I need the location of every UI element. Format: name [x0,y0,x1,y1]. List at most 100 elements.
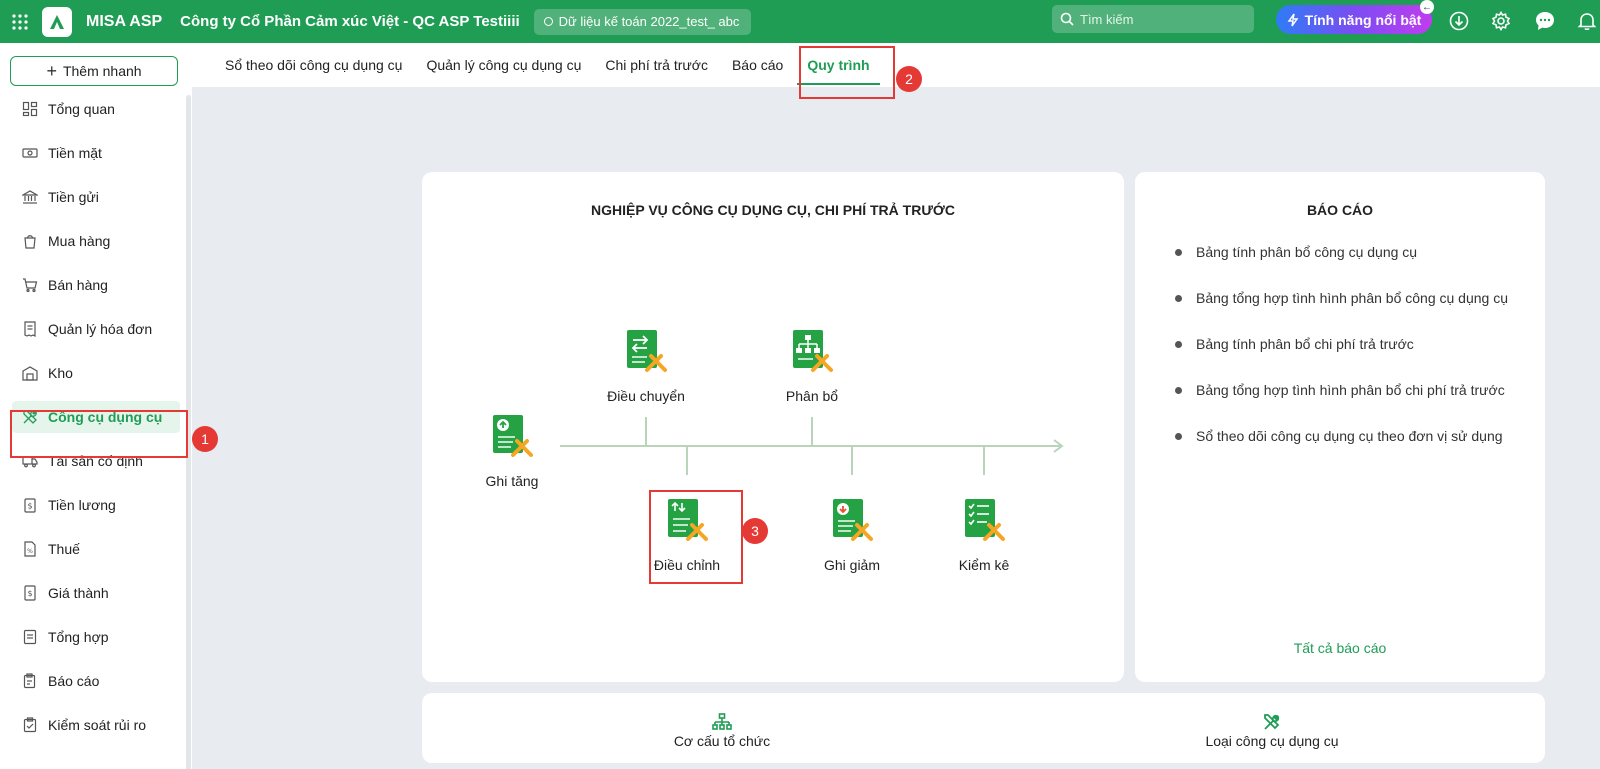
sidebar-item-label: Tổng quan [48,101,115,117]
process-node-allocation[interactable]: Phân bổ [762,328,862,404]
sidebar-item-reports[interactable]: Báo cáo [12,665,180,697]
bullet-icon [1175,386,1182,394]
bullet-icon [1175,294,1182,302]
svg-text:$: $ [27,502,32,511]
sidebar-item-risk-control[interactable]: Kiểm soát rủi ro [12,709,180,741]
sidebar-item-sales[interactable]: Bán hàng [12,269,180,301]
tab-reports[interactable]: Báo cáo [732,43,783,87]
sidebar-item-label: Thuế [48,541,80,557]
process-card: NGHIỆP VỤ CÔNG CỤ DỤNG CỤ, CHI PHÍ TRẢ T… [422,172,1124,682]
sidebar-item-cash[interactable]: Tiền mặt [12,137,180,169]
report-link-label: Bảng tổng hợp tình hình phân bổ chi phí … [1196,382,1505,398]
sidebar-item-label: Tiền gửi [48,189,99,205]
sidebar-item-tax[interactable]: % Thuế [12,533,180,565]
org-structure-link[interactable]: Cơ cấu tổ chức [642,713,802,749]
transfer-icon [623,328,669,374]
bullet-icon [1175,432,1182,440]
report-link[interactable]: Bảng tính phân bổ chi phí trả trước [1175,336,1414,352]
process-node-increase[interactable]: Ghi tăng [462,413,562,489]
tax-icon: % [24,541,36,557]
misa-logo-icon[interactable] [42,6,72,37]
sidebar-item-overview[interactable]: Tổng quan [12,93,180,125]
sidebar-item-label: Báo cáo [48,673,100,689]
dataset-selector[interactable]: Dữ liệu kế toán 2022_test_ abc [533,8,752,35]
highlight-box-2 [799,46,895,99]
report-link-label: Bảng tính phân bổ công cụ dụng cụ [1196,244,1418,260]
process-node-decrease[interactable]: Ghi giảm [802,497,902,573]
sidebar-item-purchase[interactable]: Mua hàng [12,225,180,257]
company-name[interactable]: Công ty Cổ Phần Cảm xúc Việt - QC ASP Te… [180,13,520,30]
step-badge-2: 2 [896,66,922,92]
sidebar-item-label: Mua hàng [48,233,111,249]
dashboard-icon [22,101,38,117]
sidebar-item-summary[interactable]: Tổng hợp [12,621,180,653]
report-link[interactable]: Sổ theo dõi công cụ dụng cụ theo đơn vị … [1175,428,1503,444]
report-link[interactable]: Bảng tính phân bổ công cụ dụng cụ [1175,244,1417,260]
report-link[interactable]: Bảng tổng hợp tình hình phân bổ công cụ … [1175,290,1508,306]
sidebar-item-salary[interactable]: $ Tiền lương [12,489,180,521]
process-node-transfer[interactable]: Điều chuyển [596,328,696,404]
sidebar-item-invoice[interactable]: Quản lý hóa đơn [12,313,180,345]
tab-prepaid-expenses[interactable]: Chi phí trả trước [605,43,708,87]
highlight-box-3 [649,490,743,584]
search-input[interactable] [1080,11,1240,27]
search-box[interactable] [1052,5,1254,33]
dataset-status-icon [543,17,553,26]
inventory-check-icon [961,497,1007,543]
quick-add-button[interactable]: + Thêm nhanh [10,56,178,86]
warehouse-icon [22,366,38,381]
sidebar-item-cost[interactable]: $ Giá thành [12,577,180,609]
summary-icon [23,629,37,645]
tool-type-link[interactable]: Loại công cụ dụng cụ [1182,713,1362,749]
highlight-box-1 [10,410,188,458]
featured-features-label: Tính năng nổi bật [1304,11,1422,28]
dataset-label: Dữ liệu kế toán 2022_test_ abc [558,14,740,29]
svg-text:$: $ [27,589,32,598]
plus-icon: + [46,60,57,81]
brand-name: MISA ASP [86,12,163,30]
tools-icon [1264,714,1280,730]
tool-type-label: Loại công cụ dụng cụ [1205,733,1339,749]
step-badge-1: 1 [192,426,218,452]
download-icon[interactable] [1446,8,1472,34]
all-reports-link[interactable]: Tất cả báo cáo [1135,640,1545,656]
tab-tool-management[interactable]: Quản lý công cụ dụng cụ [426,43,581,87]
report-link[interactable]: Bảng tổng hợp tình hình phân bổ chi phí … [1175,382,1505,398]
sidebar-item-label: Giá thành [48,585,109,601]
collapse-arrow-icon[interactable]: ← [1420,0,1434,14]
report-icon [23,673,36,689]
process-node-label: Điều chuyển [607,388,685,404]
sidebar-item-label: Bán hàng [48,277,108,293]
step-badge-3: 3 [742,518,768,544]
process-node-label: Ghi giảm [823,557,881,573]
risk-control-icon [23,717,37,733]
org-chart-icon [712,713,732,730]
app-grid-icon[interactable] [2,0,38,43]
record-increase-icon [489,413,535,459]
shopping-bag-icon [24,235,36,249]
sidebar-item-warehouse[interactable]: Kho [12,357,180,389]
cart-icon [23,278,38,293]
bank-icon [22,190,38,204]
allocation-icon [789,328,835,374]
sidebar-item-label: Tổng hợp [48,629,109,645]
process-node-label: Ghi tăng [485,473,539,489]
lightning-icon [1287,13,1299,26]
bullet-icon [1175,248,1182,256]
report-link-label: Bảng tổng hợp tình hình phân bổ công cụ … [1196,290,1508,306]
search-icon [1060,12,1074,26]
process-node-label: Kiểm kê [958,557,1010,573]
notification-bell-icon[interactable] [1574,8,1600,34]
sidebar: + Thêm nhanh Tổng quan Tiền mặt Tiền gửi… [0,43,192,769]
reports-card: BÁO CÁO Bảng tính phân bổ công cụ dụng c… [1135,172,1545,682]
sidebar-item-label: Tiền lương [48,497,116,513]
sidebar-item-deposit[interactable]: Tiền gửi [12,181,180,213]
featured-features-button[interactable]: Tính năng nổi bật [1276,5,1432,34]
tab-tool-ledger[interactable]: Sổ theo dõi công cụ dụng cụ [225,43,402,87]
process-node-inventory-check[interactable]: Kiểm kê [934,497,1034,573]
sidebar-item-label: Kho [48,365,73,381]
settings-gear-icon[interactable] [1488,8,1514,34]
chat-icon[interactable] [1532,8,1558,34]
report-link-label: Sổ theo dõi công cụ dụng cụ theo đơn vị … [1196,428,1503,444]
record-decrease-icon [829,497,875,543]
